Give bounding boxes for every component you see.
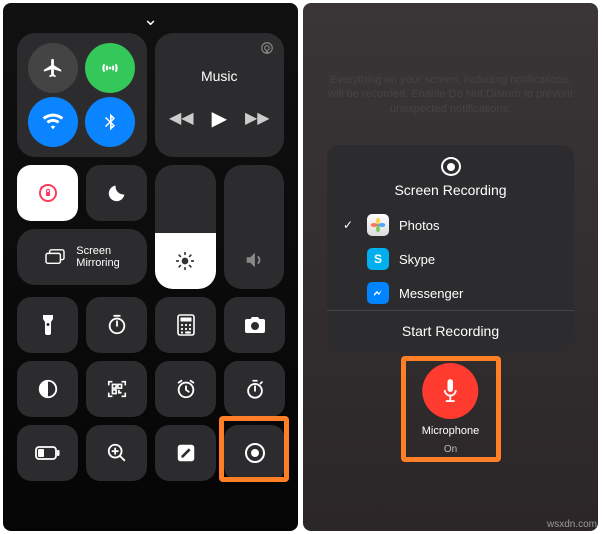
control-center-panel: ⌄ bbox=[3, 3, 298, 531]
screen-recording-panel: Everything on your screen, including not… bbox=[303, 3, 598, 531]
dark-mode-icon bbox=[37, 378, 59, 400]
airplane-mode-toggle[interactable] bbox=[28, 43, 78, 93]
cellular-data-toggle[interactable] bbox=[85, 43, 135, 93]
low-power-button[interactable] bbox=[17, 425, 78, 481]
camera-button[interactable] bbox=[224, 297, 285, 353]
music-tile[interactable]: Music ◀◀ ▶ ▶▶ bbox=[155, 33, 284, 157]
orientation-lock-icon bbox=[36, 181, 60, 205]
brightness-icon bbox=[175, 251, 195, 271]
orientation-lock-toggle[interactable] bbox=[17, 165, 78, 221]
timer-button[interactable] bbox=[86, 297, 147, 353]
bluetooth-icon bbox=[100, 112, 120, 132]
screen-mirroring-label: Screen Mirroring bbox=[76, 245, 119, 269]
dnd-moon-icon bbox=[106, 182, 128, 204]
destination-option-photos[interactable]: ✓ Photos bbox=[327, 208, 574, 242]
destination-option-skype[interactable]: S Skype bbox=[327, 242, 574, 276]
alarm-button[interactable] bbox=[155, 361, 216, 417]
microphone-state: On bbox=[444, 444, 457, 455]
brightness-slider[interactable] bbox=[155, 165, 216, 289]
bluetooth-toggle[interactable] bbox=[85, 97, 135, 147]
watermark-text: wsxdn.com bbox=[547, 519, 597, 530]
start-recording-button[interactable]: Start Recording bbox=[327, 311, 574, 351]
destination-list: ✓ Photos S Skype Messenger bbox=[327, 208, 574, 310]
flashlight-button[interactable] bbox=[17, 297, 78, 353]
wifi-icon bbox=[42, 111, 64, 133]
microphone-label: Microphone bbox=[422, 425, 479, 438]
microphone-toggle[interactable] bbox=[422, 363, 478, 419]
airplane-icon bbox=[42, 57, 64, 79]
volume-slider[interactable] bbox=[224, 165, 285, 289]
camera-icon bbox=[243, 315, 267, 335]
notes-compose-button[interactable] bbox=[155, 425, 216, 481]
cellular-icon bbox=[98, 56, 122, 80]
volume-icon bbox=[243, 249, 265, 271]
record-icon bbox=[441, 157, 461, 176]
qr-scan-button[interactable] bbox=[86, 361, 147, 417]
stopwatch-button[interactable] bbox=[224, 361, 285, 417]
messenger-app-icon bbox=[367, 282, 389, 304]
microphone-icon bbox=[439, 377, 461, 405]
alarm-icon bbox=[175, 378, 197, 400]
option-label: Skype bbox=[399, 252, 435, 267]
chevron-down-icon: ⌄ bbox=[143, 9, 158, 30]
screen-mirroring-icon bbox=[44, 248, 66, 266]
connectivity-group bbox=[17, 33, 147, 157]
option-label: Messenger bbox=[399, 286, 463, 301]
magnifier-button[interactable] bbox=[86, 425, 147, 481]
destination-option-messenger[interactable]: Messenger bbox=[327, 276, 574, 310]
screen-mirroring-button[interactable]: Screen Mirroring bbox=[17, 229, 147, 285]
calculator-icon bbox=[177, 314, 195, 336]
screen-record-icon bbox=[243, 441, 267, 465]
check-icon: ✓ bbox=[343, 218, 357, 232]
play-icon[interactable]: ▶ bbox=[212, 106, 227, 131]
screen-record-button[interactable] bbox=[224, 425, 285, 481]
next-track-icon[interactable]: ▶▶ bbox=[245, 108, 270, 128]
skype-app-icon: S bbox=[367, 248, 389, 270]
modal-title: Screen Recording bbox=[394, 182, 506, 198]
option-label: Photos bbox=[399, 218, 439, 233]
do-not-disturb-toggle[interactable] bbox=[86, 165, 147, 221]
stopwatch-icon bbox=[244, 378, 266, 400]
airplay-icon[interactable] bbox=[260, 41, 274, 55]
timer-icon bbox=[106, 314, 128, 336]
photos-app-icon bbox=[367, 214, 389, 236]
qr-scan-icon bbox=[106, 378, 128, 400]
flashlight-icon bbox=[40, 313, 56, 337]
microphone-group: Microphone On bbox=[422, 363, 479, 455]
calculator-button[interactable] bbox=[155, 297, 216, 353]
notes-compose-icon bbox=[175, 442, 197, 464]
music-title: Music bbox=[201, 68, 238, 84]
low-power-icon bbox=[35, 446, 61, 460]
recording-notice-text: Everything on your screen, including not… bbox=[323, 73, 578, 116]
prev-track-icon[interactable]: ◀◀ bbox=[169, 108, 194, 128]
magnifier-icon bbox=[106, 442, 128, 464]
screen-recording-modal: Screen Recording ✓ Photos S Skype bbox=[327, 145, 574, 351]
dark-mode-button[interactable] bbox=[17, 361, 78, 417]
wifi-toggle[interactable] bbox=[28, 97, 78, 147]
